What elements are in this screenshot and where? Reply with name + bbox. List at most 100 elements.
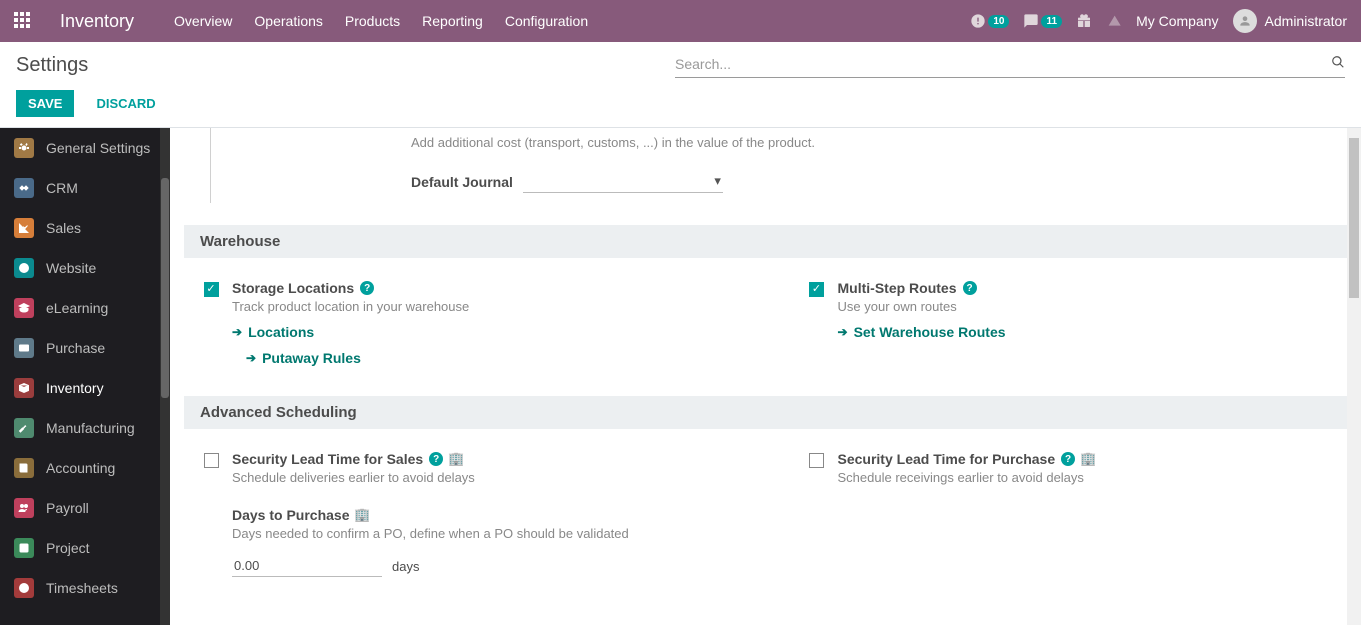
company-switcher[interactable]: My Company <box>1136 13 1218 29</box>
security-lead-sales-title: Security Lead Time for Sales <box>232 451 423 467</box>
sidebar-item-label: Payroll <box>46 500 89 516</box>
sidebar-item-label: Website <box>46 260 96 276</box>
sidebar-item-label: Purchase <box>46 340 105 356</box>
days-to-purchase-title: Days to Purchase <box>232 507 350 523</box>
sidebar-item-label: General Settings <box>46 140 150 156</box>
landed-cost-block: Add additional cost (transport, customs,… <box>210 128 1361 203</box>
storage-locations-title: Storage Locations <box>232 280 354 296</box>
settings-content: Add additional cost (transport, customs,… <box>170 128 1361 625</box>
sidebar-item-label: Manufacturing <box>46 420 135 436</box>
sidebar-item-label: Accounting <box>46 460 115 476</box>
support-icon[interactable] <box>1106 13 1122 29</box>
search-input[interactable] <box>675 52 1331 76</box>
menu-operations[interactable]: Operations <box>254 13 322 29</box>
sidebar-item-elearning[interactable]: eLearning <box>0 288 170 328</box>
security-lead-purchase-desc: Schedule receivings earlier to avoid del… <box>838 470 1361 485</box>
option-security-lead-sales: Security Lead Time for Sales ? 🏢 Schedul… <box>190 443 756 585</box>
days-to-purchase-input[interactable] <box>232 555 382 577</box>
option-multistep-routes: Multi-Step Routes ? Use your own routes … <box>796 272 1361 374</box>
gear-icon <box>14 138 34 158</box>
activities-badge: 10 <box>988 15 1009 28</box>
globe-icon <box>14 258 34 278</box>
topbar-right: 10 11 My Company Administrator <box>970 9 1347 33</box>
top-menu: Overview Operations Products Reporting C… <box>174 13 588 29</box>
user-name: Administrator <box>1265 13 1347 29</box>
enterprise-icon: 🏢 <box>1081 452 1095 466</box>
set-warehouse-routes-link[interactable]: ➔Set Warehouse Routes <box>838 324 1361 340</box>
settings-sidebar: General Settings CRM Sales Website eLearning… <box>0 128 170 625</box>
card-icon <box>14 338 34 358</box>
help-icon[interactable]: ? <box>963 281 977 295</box>
sidebar-item-payroll[interactable]: Payroll <box>0 488 170 528</box>
check-icon <box>14 538 34 558</box>
locations-link[interactable]: ➔Locations <box>232 324 756 340</box>
box-icon <box>14 378 34 398</box>
sidebar-item-inventory[interactable]: Inventory <box>0 368 170 408</box>
menu-products[interactable]: Products <box>345 13 400 29</box>
landed-cost-desc: Add additional cost (transport, customs,… <box>411 134 1321 152</box>
storage-locations-checkbox[interactable] <box>204 282 219 297</box>
multistep-routes-desc: Use your own routes <box>838 299 1361 314</box>
sidebar-item-sales[interactable]: Sales <box>0 208 170 248</box>
arrow-icon: ➔ <box>838 325 848 339</box>
putaway-rules-link[interactable]: ➔Putaway Rules <box>246 350 756 366</box>
sidebar-item-website[interactable]: Website <box>0 248 170 288</box>
header: Settings SAVE DISCARD <box>0 42 1361 128</box>
users-icon <box>14 498 34 518</box>
sidebar-item-label: Timesheets <box>46 580 118 596</box>
menu-configuration[interactable]: Configuration <box>505 13 588 29</box>
option-security-lead-purchase: Security Lead Time for Purchase ? 🏢 Sche… <box>796 443 1361 585</box>
sidebar-item-purchase[interactable]: Purchase <box>0 328 170 368</box>
section-warehouse: Warehouse <box>184 225 1347 258</box>
section-advanced-scheduling: Advanced Scheduling <box>184 396 1347 429</box>
book-icon <box>14 458 34 478</box>
app-title[interactable]: Inventory <box>60 11 134 32</box>
body: General Settings CRM Sales Website eLearning… <box>0 128 1361 625</box>
default-journal-label: Default Journal <box>411 174 513 190</box>
security-lead-purchase-checkbox[interactable] <box>809 453 824 468</box>
clock-icon <box>14 578 34 598</box>
topbar: Inventory Overview Operations Products R… <box>0 0 1361 42</box>
option-storage-locations: Storage Locations ? Track product locati… <box>190 272 756 374</box>
menu-reporting[interactable]: Reporting <box>422 13 483 29</box>
search-box[interactable] <box>675 52 1345 78</box>
content-scrollbar[interactable] <box>1347 128 1361 625</box>
activities-icon[interactable]: 10 <box>970 13 1009 29</box>
sidebar-item-manufacturing[interactable]: Manufacturing <box>0 408 170 448</box>
sidebar-item-label: CRM <box>46 180 78 196</box>
page-title: Settings <box>16 54 88 77</box>
hands-icon <box>14 178 34 198</box>
wrench-icon <box>14 418 34 438</box>
multistep-routes-checkbox[interactable] <box>809 282 824 297</box>
arrow-icon: ➔ <box>232 325 242 339</box>
sidebar-scrollbar[interactable] <box>160 128 170 625</box>
discard-button[interactable]: DISCARD <box>84 90 167 117</box>
security-lead-sales-checkbox[interactable] <box>204 453 219 468</box>
messages-badge: 11 <box>1041 15 1062 28</box>
messages-icon[interactable]: 11 <box>1023 13 1062 29</box>
search-icon[interactable] <box>1331 55 1345 73</box>
sidebar-item-label: Sales <box>46 220 81 236</box>
help-icon[interactable]: ? <box>429 452 443 466</box>
sidebar-item-accounting[interactable]: Accounting <box>0 448 170 488</box>
help-icon[interactable]: ? <box>360 281 374 295</box>
menu-overview[interactable]: Overview <box>174 13 232 29</box>
sidebar-item-crm[interactable]: CRM <box>0 168 170 208</box>
enterprise-icon: 🏢 <box>449 452 463 466</box>
sidebar-item-label: eLearning <box>46 300 108 316</box>
help-icon[interactable]: ? <box>1061 452 1075 466</box>
user-menu[interactable]: Administrator <box>1233 9 1347 33</box>
sidebar-item-label: Inventory <box>46 380 104 396</box>
grad-icon <box>14 298 34 318</box>
avatar-icon <box>1233 9 1257 33</box>
sidebar-item-project[interactable]: Project <box>0 528 170 568</box>
gift-icon[interactable] <box>1076 13 1092 29</box>
security-lead-sales-desc: Schedule deliveries earlier to avoid del… <box>232 470 756 485</box>
multistep-routes-title: Multi-Step Routes <box>838 280 957 296</box>
sidebar-item-general-settings[interactable]: General Settings <box>0 128 170 168</box>
apps-icon[interactable] <box>14 12 32 30</box>
sidebar-item-timesheets[interactable]: Timesheets <box>0 568 170 608</box>
days-to-purchase-desc: Days needed to confirm a PO, define when… <box>232 526 756 541</box>
save-button[interactable]: SAVE <box>16 90 74 117</box>
default-journal-select[interactable]: ▾ <box>523 170 723 193</box>
